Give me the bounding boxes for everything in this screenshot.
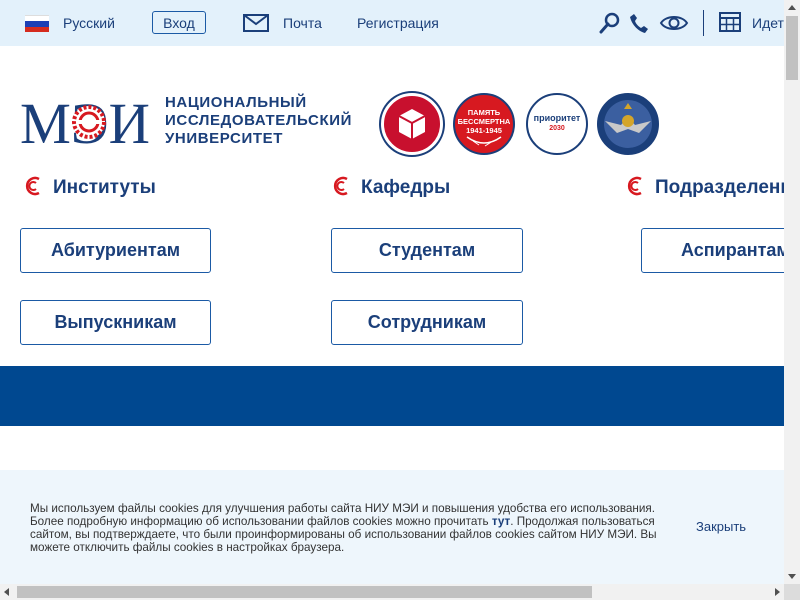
vertical-scroll-thumb[interactable] [786,16,798,80]
events-link[interactable]: Идет [752,15,784,31]
topbar-divider [703,10,704,36]
applicants-button[interactable]: Абитуриентам [20,228,211,273]
blue-banner [0,366,784,426]
phone-icon[interactable] [629,12,649,34]
mei-logo-icon: МЭИ [20,91,150,156]
top-bar: Русский Вход Почта Регистрация Идет [0,0,784,46]
institutes-label: Институты [53,177,156,198]
departments-label: Кафедры [361,177,451,198]
postgrads-button[interactable]: Аспирантам [641,228,784,273]
russian-flag-icon[interactable] [25,15,49,32]
login-button[interactable]: Вход [152,11,206,34]
cookie-close-button[interactable]: Закрыть [696,519,746,534]
university-name-line3: УНИВЕРСИТЕТ [165,130,283,147]
cookie-more-link[interactable]: тут [492,515,510,528]
departments-link[interactable]: Кафедры [333,176,450,199]
accessibility-eye-icon[interactable] [659,12,689,34]
search-icon[interactable] [599,12,621,34]
memory-badge-line2: БЕССМЕРТНА [457,117,511,126]
mail-link[interactable]: Почта [283,15,322,31]
university-name[interactable]: НАЦИОНАЛЬНЫЙ ИССЛЕДОВАТЕЛЬСКИЙ УНИВЕРСИТ… [165,94,352,148]
emblem-badge-icon[interactable] [597,93,659,155]
memory-badge-line3: 1941-1945 [466,126,502,135]
horizontal-scroll-thumb[interactable] [17,586,592,598]
arc-icon [333,176,348,196]
divisions-label: Подразделения [655,177,784,198]
scroll-right-icon[interactable] [775,588,780,596]
divisions-link[interactable]: Подразделения [627,176,784,199]
students-button[interactable]: Студентам [331,228,523,273]
arc-icon [25,176,40,196]
graduates-button[interactable]: Выпускникам [20,300,211,345]
priority-badge-line1: приоритет [533,113,581,123]
scroll-up-icon[interactable] [788,5,796,10]
staff-button[interactable]: Сотрудникам [331,300,523,345]
page-viewport: Русский Вход Почта Регистрация Идет НАЦИ… [0,0,784,584]
language-link[interactable]: Русский [63,15,115,31]
institutes-link[interactable]: Институты [25,176,156,199]
cookie-notice: Мы используем файлы cookies для улучшени… [0,470,784,584]
mail-icon[interactable] [243,14,269,32]
university-name-line1: НАЦИОНАЛЬНЫЙ [165,94,307,111]
vertical-scrollbar[interactable] [784,0,800,584]
cookie-text: Мы используем файлы cookies для улучшени… [30,502,670,554]
scroll-left-icon[interactable] [4,588,9,596]
scroll-down-icon[interactable] [788,574,796,579]
scrollbar-corner [784,584,800,600]
university-name-line2: ИССЛЕДОВАТЕЛЬСКИЙ [165,112,352,129]
calendar-icon[interactable] [719,12,741,32]
memory-badge[interactable]: ПАМЯТЬ БЕССМЕРТНА 1941-1945 [453,93,515,155]
priority-badge-line2: 2030 [549,125,565,132]
cube-badge-icon[interactable] [381,93,443,155]
mei-logo[interactable]: МЭИ [20,91,152,156]
wreath-icon [466,136,502,147]
priority-badge[interactable]: приоритет 2030 [526,93,588,155]
arc-icon [627,176,642,196]
register-link[interactable]: Регистрация [357,15,439,31]
memory-badge-line1: ПАМЯТЬ [467,108,501,117]
